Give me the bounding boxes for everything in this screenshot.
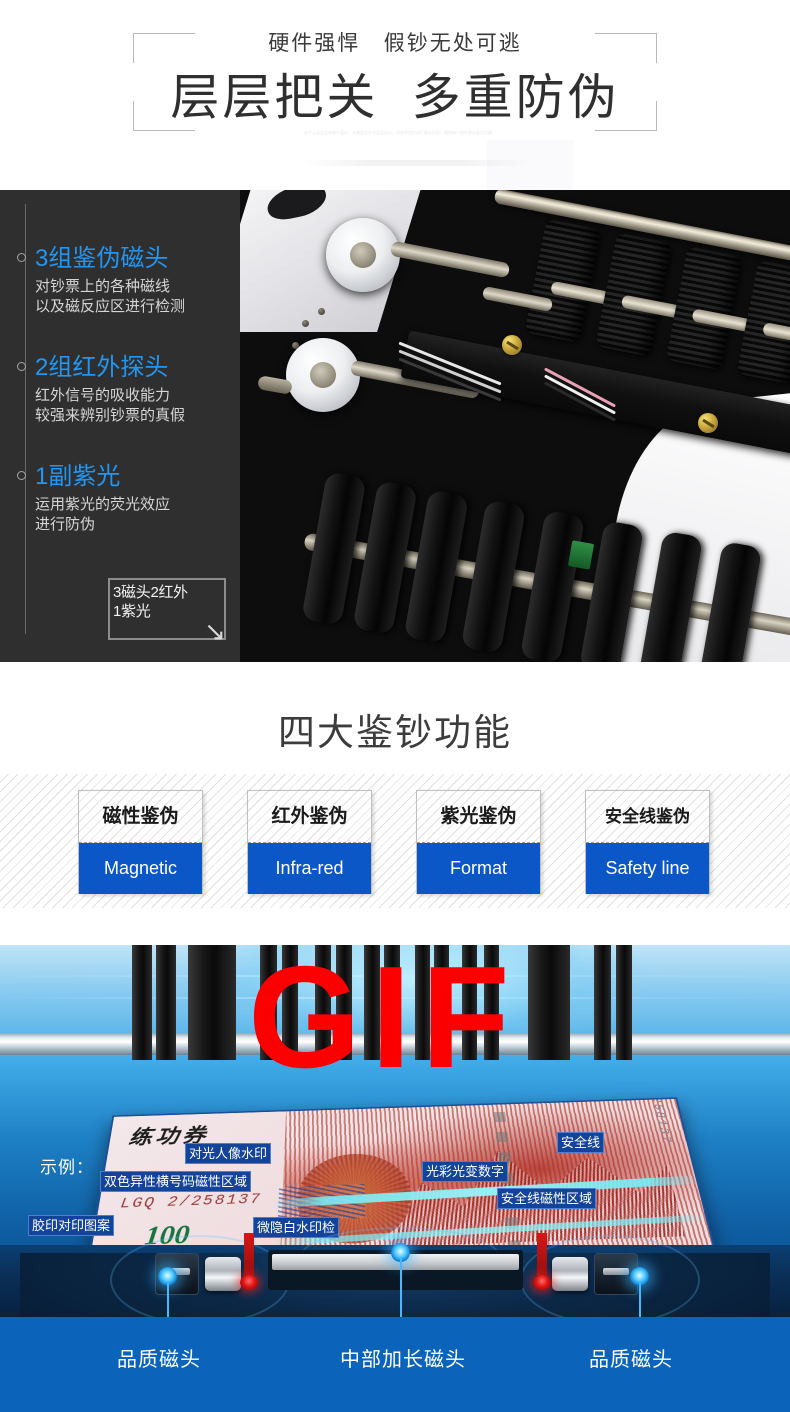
feature-desc: 运用紫光的荧光效应 进行防伪 xyxy=(35,496,171,533)
hero-subtitle: 硬件强悍 假钞无处可逃 xyxy=(268,32,522,55)
arrow-down-right-icon: ↘ xyxy=(204,616,226,646)
hero-section: 本产品采用全新硬件架构，多重鉴伪技术层层把关，对各种伪钞进行精准识别，确保每一张… xyxy=(0,0,790,190)
ir-led-left xyxy=(240,1275,258,1290)
tag-color-shift-number: 光彩光变数字 xyxy=(422,1161,509,1182)
ir-led-right xyxy=(533,1275,551,1290)
banknote-demo-section: 示例： 练功券 LGQ 2/258137 LGQ 27258137 100 对光… xyxy=(0,945,790,1412)
ir-post-left xyxy=(244,1233,254,1281)
white-roller-lower xyxy=(286,338,360,412)
card-title-en: Safety line xyxy=(586,843,709,894)
tag-dual-color-serial-magnetic: 双色异性横号码磁性区域 xyxy=(100,1171,252,1192)
feature-item-uv: 1副紫光 运用紫光的荧光效应 进行防伪 xyxy=(17,462,170,535)
tag-hidden-white-watermark: 微隐白水印检 xyxy=(253,1217,340,1238)
hero-ghost-rule xyxy=(300,160,530,166)
bullet-icon xyxy=(17,253,26,262)
function-card-uv[interactable]: 紫光鉴伪 Format xyxy=(416,790,541,894)
function-card-magnetic[interactable]: 磁性鉴伪 Magnetic xyxy=(78,790,203,894)
sample-label: 示例： xyxy=(40,1158,94,1177)
feature-item-magnetic-heads: 3组鉴伪磁头 对钞票上的各种磁线 以及磁反应区进行检测 xyxy=(17,244,185,317)
white-roller-upper xyxy=(326,218,400,292)
card-title-en: Format xyxy=(417,843,540,894)
bullet-icon xyxy=(17,471,26,480)
bullet-icon xyxy=(17,362,26,371)
wire-harness xyxy=(395,341,515,418)
function-card-infrared[interactable]: 红外鉴伪 Infra-red xyxy=(247,790,372,894)
spec-badge-text: 3磁头2红外 1紫光 xyxy=(113,584,188,620)
card-title-cn: 紫光鉴伪 xyxy=(417,791,540,843)
tag-security-line: 安全线 xyxy=(557,1132,605,1153)
screw-upper xyxy=(502,335,522,355)
card-title-en: Infra-red xyxy=(248,843,371,894)
bottom-label-left: 品质磁头 xyxy=(117,1349,201,1371)
card-title-cn: 磁性鉴伪 xyxy=(79,791,202,843)
section-title: 四大鉴钞功能 xyxy=(278,712,512,753)
screw-lower xyxy=(698,413,718,433)
hero-title: 层层把关 多重防伪 xyxy=(170,71,620,125)
tag-security-line-magnetic: 安全线磁性区域 xyxy=(497,1188,597,1209)
feature-desc: 红外信号的吸收能力 较强来辨别钞票的真假 xyxy=(35,387,186,424)
machine-interior-photo xyxy=(240,190,790,662)
bottom-label-right: 品质磁头 xyxy=(589,1349,673,1371)
feature-title: 1副紫光 xyxy=(35,463,121,490)
tag-offset-print-pattern: 胶印对印图案 xyxy=(28,1215,115,1236)
feature-title: 2组红外探头 xyxy=(35,354,169,381)
green-component xyxy=(567,540,595,570)
ir-post-right xyxy=(537,1233,547,1281)
bottom-label-center: 中部加长磁头 xyxy=(340,1349,466,1371)
metal-roller-left xyxy=(205,1257,241,1291)
card-title-en: Magnetic xyxy=(79,843,202,894)
card-title-cn: 安全线鉴伪 xyxy=(586,791,709,843)
feature-title: 3组鉴伪磁头 xyxy=(35,245,169,272)
function-card-safety-line[interactable]: 安全线鉴伪 Safety line xyxy=(585,790,710,894)
feature-desc: 对钞票上的各种磁线 以及磁反应区进行检测 xyxy=(35,278,186,315)
spec-badge: 3磁头2红外 1紫光 ↘ xyxy=(108,578,226,646)
tag-portrait-watermark: 对光人像水印 xyxy=(185,1143,272,1164)
gif-watermark: GIF xyxy=(248,945,520,1098)
hardware-panel: 3组鉴伪磁头 对钞票上的各种磁线 以及磁反应区进行检测 2组红外探头 红外信号的… xyxy=(0,190,790,662)
product-detail-page: 本产品采用全新硬件架构，多重鉴伪技术层层把关，对各种伪钞进行精准识别，确保每一张… xyxy=(0,0,790,1412)
feature-item-infrared: 2组红外探头 红外信号的吸收能力 较强来辨别钞票的真假 xyxy=(17,353,185,426)
card-title-cn: 红外鉴伪 xyxy=(248,791,371,843)
feature-list: 3组鉴伪磁头 对钞票上的各种磁线 以及磁反应区进行检测 2组红外探头 红外信号的… xyxy=(0,190,240,662)
function-cards: 磁性鉴伪 Magnetic 红外鉴伪 Infra-red 紫光鉴伪 Format… xyxy=(0,774,790,908)
metal-roller-right xyxy=(552,1257,588,1291)
four-functions-section: 四大鉴钞功能 磁性鉴伪 Magnetic 红外鉴伪 Infra-red 紫光鉴伪… xyxy=(0,662,790,945)
hero-ghost-text: 本产品采用全新硬件架构，多重鉴伪技术层层把关，对各种伪钞进行精准识别，确保每一张… xyxy=(304,130,496,135)
banknote-serial: LGQ 2/258137 xyxy=(119,1191,263,1213)
